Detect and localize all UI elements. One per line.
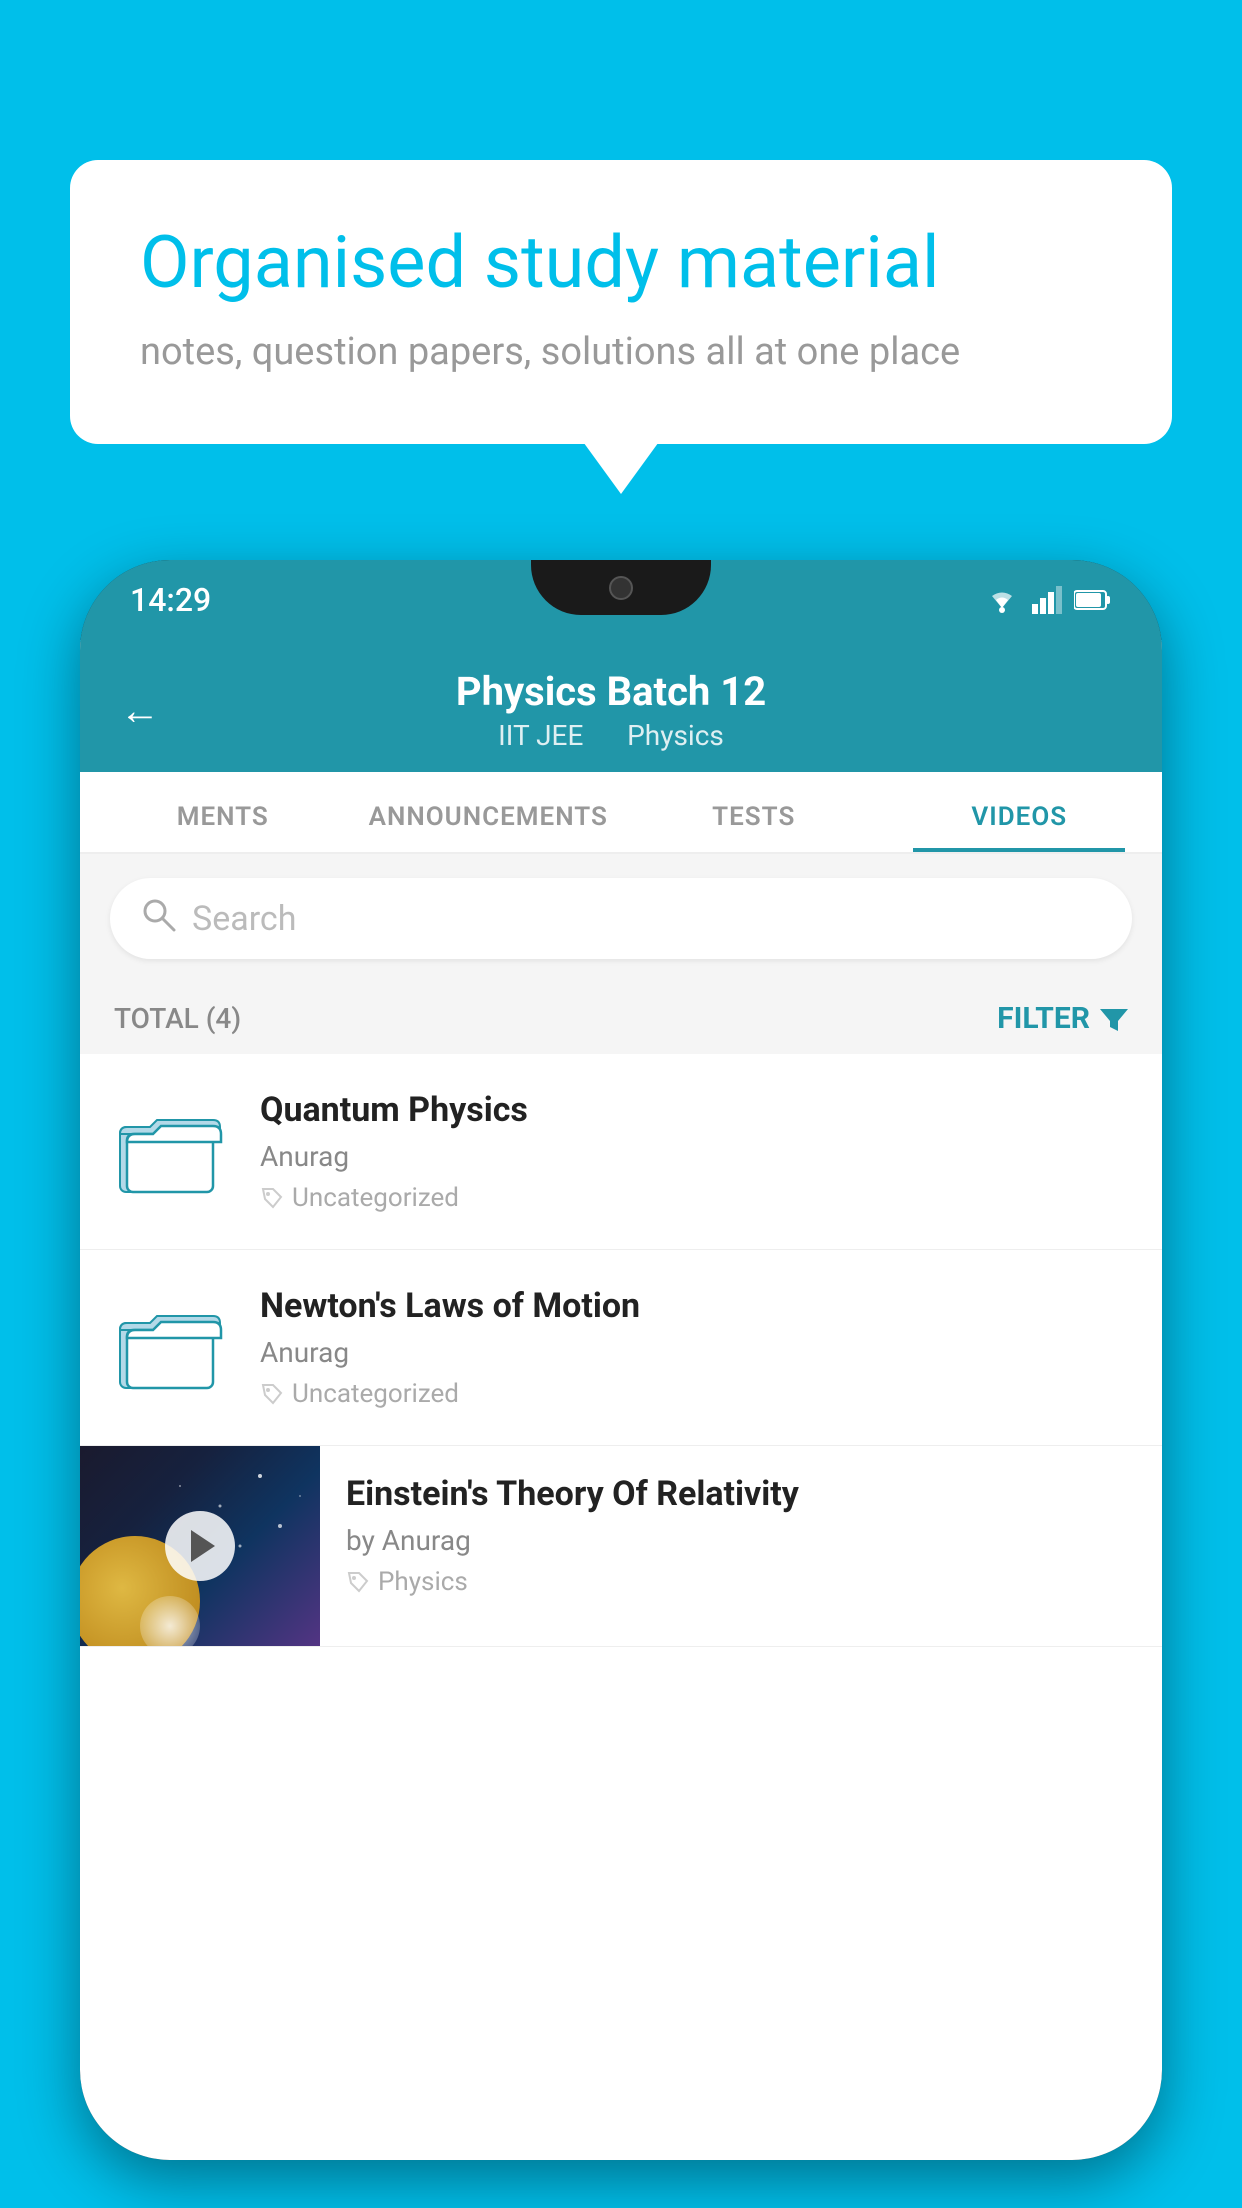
- video-tag: Uncategorized: [260, 1183, 1132, 1213]
- bubble-subtitle: notes, question papers, solutions all at…: [140, 330, 1102, 374]
- folder-icon: [115, 1102, 225, 1202]
- tab-videos[interactable]: VIDEOS: [887, 772, 1153, 852]
- search-placeholder: Search: [192, 899, 296, 939]
- video-author: Anurag: [260, 1336, 1132, 1369]
- wifi-icon: [984, 586, 1020, 614]
- header-title: Physics Batch 12: [190, 668, 1032, 715]
- video-thumbnail-image: [80, 1446, 320, 1646]
- header-tag-iitjee: IIT JEE: [498, 719, 583, 752]
- video-thumbnail-folder2: [110, 1288, 230, 1408]
- speech-bubble: Organised study material notes, question…: [70, 160, 1172, 444]
- tag-icon: [260, 1186, 284, 1210]
- phone-notch: [531, 560, 711, 615]
- status-icons: [984, 586, 1112, 614]
- video-tag: Physics: [346, 1567, 1136, 1597]
- filter-button[interactable]: FILTER: [997, 1001, 1128, 1036]
- video-info: Newton's Laws of Motion Anurag Uncategor…: [260, 1286, 1132, 1409]
- list-item[interactable]: Newton's Laws of Motion Anurag Uncategor…: [80, 1250, 1162, 1446]
- search-bar[interactable]: Search: [110, 878, 1132, 959]
- video-title: Quantum Physics: [260, 1090, 1132, 1130]
- phone-content: ← Physics Batch 12 IIT JEE Physics MENTS: [80, 640, 1162, 2160]
- video-tag: Uncategorized: [260, 1379, 1132, 1409]
- filter-icon: [1100, 1005, 1128, 1033]
- tag-icon: [260, 1382, 284, 1406]
- speech-bubble-container: Organised study material notes, question…: [70, 160, 1172, 444]
- bubble-title: Organised study material: [140, 220, 1102, 306]
- app-header: ← Physics Batch 12 IIT JEE Physics: [80, 640, 1162, 772]
- phone-frame: 14:29: [80, 560, 1162, 2160]
- signal-icon: [1032, 586, 1062, 614]
- video-author: Anurag: [260, 1140, 1132, 1173]
- phone-wrapper: 14:29: [80, 560, 1162, 2208]
- total-count-label: TOTAL (4): [114, 1002, 241, 1035]
- tag-label: Uncategorized: [292, 1183, 459, 1213]
- front-camera: [609, 576, 633, 600]
- search-icon: [140, 896, 176, 941]
- tab-tests[interactable]: TESTS: [621, 772, 887, 852]
- video-info: Quantum Physics Anurag Uncategorized: [260, 1090, 1132, 1213]
- video-thumbnail-folder: [110, 1092, 230, 1212]
- video-title: Newton's Laws of Motion: [260, 1286, 1132, 1326]
- tabs-bar: MENTS ANNOUNCEMENTS TESTS VIDEOS: [80, 772, 1162, 854]
- filter-label: FILTER: [997, 1001, 1090, 1036]
- filter-bar: TOTAL (4) FILTER: [80, 983, 1162, 1054]
- video-author: by Anurag: [346, 1524, 1136, 1557]
- list-item[interactable]: Einstein's Theory Of Relativity by Anura…: [80, 1446, 1162, 1647]
- status-time: 14:29: [130, 581, 211, 619]
- videos-list: Quantum Physics Anurag Uncategorized: [80, 1054, 1162, 1647]
- back-button[interactable]: ←: [120, 687, 160, 734]
- tag-icon: [346, 1570, 370, 1594]
- tab-announcements[interactable]: ANNOUNCEMENTS: [356, 772, 622, 852]
- tag-label: Physics: [378, 1567, 468, 1597]
- list-item[interactable]: Quantum Physics Anurag Uncategorized: [80, 1054, 1162, 1250]
- header-tags: IIT JEE Physics: [190, 719, 1032, 752]
- header-title-group: Physics Batch 12 IIT JEE Physics: [190, 668, 1032, 752]
- video-title: Einstein's Theory Of Relativity: [346, 1474, 1136, 1514]
- battery-icon: [1074, 589, 1112, 611]
- einstein-info: Einstein's Theory Of Relativity by Anura…: [320, 1446, 1162, 1625]
- folder-icon: [115, 1298, 225, 1398]
- search-container: Search: [80, 854, 1162, 983]
- tab-ments[interactable]: MENTS: [90, 772, 356, 852]
- tag-label: Uncategorized: [292, 1379, 459, 1409]
- header-tag-physics: Physics: [627, 719, 724, 752]
- play-button[interactable]: [165, 1511, 235, 1581]
